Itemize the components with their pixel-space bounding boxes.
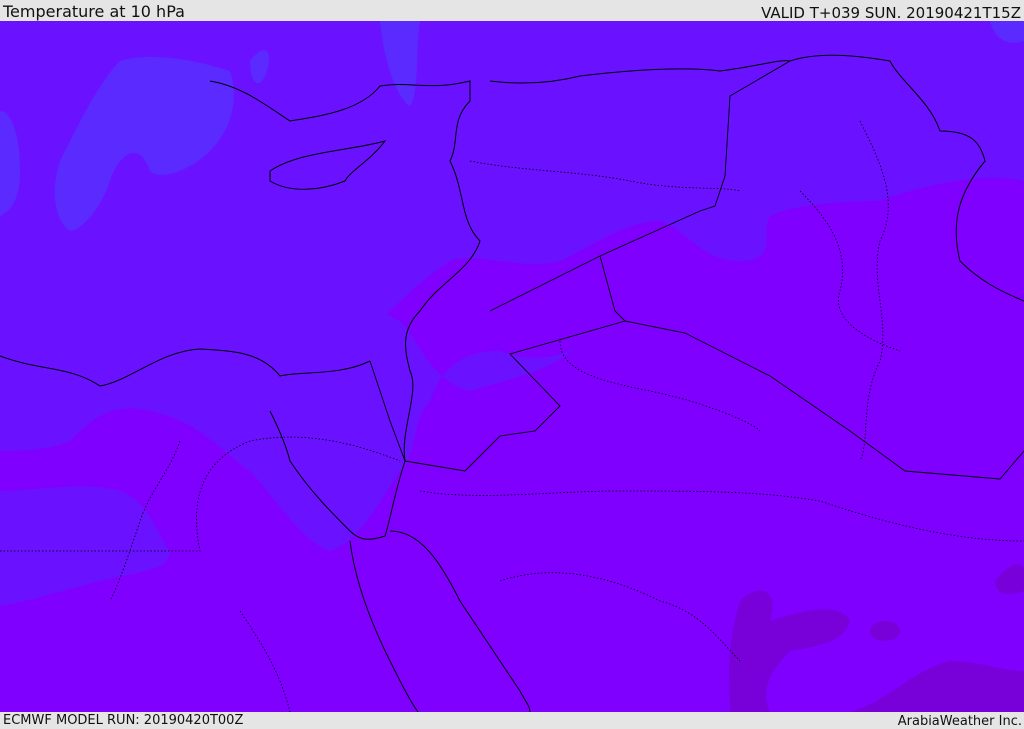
valid-time: VALID T+039 SUN. 20190421T15Z	[761, 4, 1021, 22]
footer-bar: ECMWF MODEL RUN: 20190420T00Z ArabiaWeat…	[0, 712, 1024, 729]
map-title: Temperature at 10 hPa	[3, 2, 185, 21]
dark-band-patch	[870, 621, 900, 641]
model-run: ECMWF MODEL RUN: 20190420T00Z	[3, 713, 244, 728]
header-bar: Temperature at 10 hPa VALID T+039 SUN. 2…	[0, 0, 1024, 21]
credit: ArabiaWeather Inc.	[897, 714, 1022, 729]
temperature-map	[0, 21, 1024, 712]
